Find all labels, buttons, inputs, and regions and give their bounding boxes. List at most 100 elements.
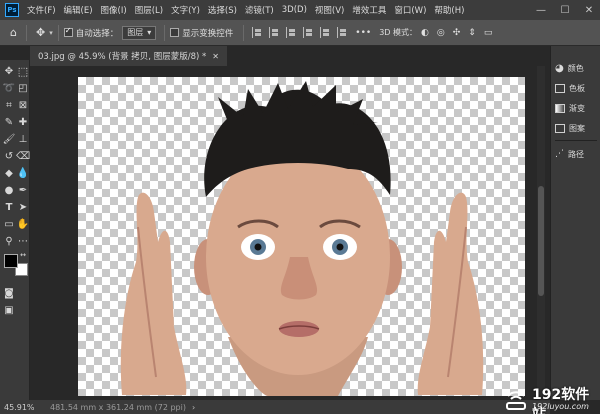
watermark-url: 192luyou.com <box>532 402 589 411</box>
show-transform-label: 显示变换控件 <box>182 28 234 39</box>
maximize-button[interactable]: ☐ <box>554 0 576 20</box>
menu-file[interactable]: 文件(F) <box>23 4 60 16</box>
chevron-down-icon: ▾ <box>147 28 152 37</box>
auto-select-label: 自动选择： <box>75 28 119 39</box>
panel-patterns[interactable]: 图案 <box>555 120 585 136</box>
document-tab-bar: 03.jpg @ 45.9% (背景 拷贝, 图层蒙版/8) * ✕ <box>30 46 550 66</box>
blur-tool-icon[interactable]: 💧 <box>16 166 30 180</box>
panel-swatches[interactable]: 色板 <box>555 80 585 96</box>
minimize-button[interactable]: — <box>530 0 552 20</box>
swatches-icon <box>555 83 565 93</box>
document-tab[interactable]: 03.jpg @ 45.9% (背景 拷贝, 图层蒙版/8) * ✕ <box>30 46 227 66</box>
panel-color[interactable]: ◕ 颜色 <box>555 60 584 76</box>
zoom-tool-icon[interactable]: ⚲ <box>2 234 16 248</box>
menu-3d[interactable]: 3D(D) <box>278 5 311 15</box>
eyedropper-tool-icon[interactable]: ✎ <box>2 115 16 129</box>
panel-swatches-label: 色板 <box>569 83 585 93</box>
status-bar: 45.91% 481.54 mm x 361.24 mm (72 ppi) › <box>0 400 550 414</box>
divider <box>555 140 597 141</box>
align-left-icon[interactable] <box>252 27 263 38</box>
vertical-scrollbar[interactable] <box>537 66 545 400</box>
document-workspace[interactable] <box>30 66 550 400</box>
panel-gradient-label: 渐变 <box>569 103 585 113</box>
screen-mode-icon[interactable]: ▣ <box>2 303 16 317</box>
auto-select-target-dropdown[interactable]: 图层 ▾ <box>122 25 157 40</box>
lasso-tool-icon[interactable]: ➰ <box>2 81 16 95</box>
align-middle-icon[interactable] <box>320 27 331 38</box>
menu-view[interactable]: 视图(V) <box>311 4 348 16</box>
align-right-icon[interactable] <box>286 27 297 38</box>
menu-filter[interactable]: 滤镜(T) <box>241 4 278 16</box>
align-bottom-icon[interactable] <box>337 27 348 38</box>
panel-paths[interactable]: ⋰ 路径 <box>555 146 584 162</box>
healing-brush-tool-icon[interactable]: ✚ <box>16 115 30 129</box>
quick-mask-icon[interactable]: ◙ <box>2 286 16 300</box>
home-icon[interactable]: ⌂ <box>10 26 17 39</box>
3d-roll-icon[interactable]: ◎ <box>437 28 445 38</box>
chevron-right-icon[interactable]: › <box>192 403 195 412</box>
pattern-icon <box>555 123 565 133</box>
divider <box>57 24 59 41</box>
3d-slide-icon[interactable]: ⇕ <box>468 28 476 38</box>
panel-gradient[interactable]: 渐变 <box>555 100 585 116</box>
photoshop-logo: Ps <box>5 3 19 17</box>
paint-bucket-tool-icon[interactable]: ◆ <box>2 166 16 180</box>
pen-tool-icon[interactable]: ✒ <box>16 183 30 197</box>
hand-tool-icon[interactable]: ✋ <box>16 217 30 231</box>
brush-tool-icon[interactable]: 🖌 <box>2 132 16 146</box>
more-options-icon[interactable]: ••• <box>355 28 371 38</box>
options-bar: ⌂ ✥ ▾ 自动选择： 图层 ▾ 显示变换控件 ••• 3D 模式： ◐ ◎ ✣… <box>0 20 600 46</box>
document-dimensions: 481.54 mm x 361.24 mm (72 ppi) <box>50 402 186 412</box>
right-panel-dock: ◕ 颜色 色板 渐变 图案 ⋰ 路径 <box>550 46 600 400</box>
tools-panel: ✥ ⬚ ➰ ◰ ⌗ ⊠ ✎ ✚ 🖌 ⊥ ↺ ⌫ ◆ 💧 ● ✒ T ➤ ▭ ✋ … <box>0 60 30 400</box>
crop-tool-icon[interactable]: ⌗ <box>2 98 16 112</box>
divider <box>25 24 27 41</box>
rectangle-tool-icon[interactable]: ▭ <box>2 217 16 231</box>
divider <box>243 24 245 41</box>
menu-type[interactable]: 文字(Y) <box>167 4 204 16</box>
menu-select[interactable]: 选择(S) <box>204 4 241 16</box>
gradient-icon <box>555 103 565 113</box>
close-window-button[interactable]: ✕ <box>578 0 600 20</box>
move-tool-icon[interactable]: ✥ <box>2 64 16 78</box>
show-transform-checkbox[interactable] <box>170 28 180 37</box>
frame-tool-icon[interactable]: ⊠ <box>16 98 30 112</box>
router-logo-icon <box>506 391 526 410</box>
eraser-tool-icon[interactable]: ⌫ <box>16 149 30 163</box>
more-tools-icon[interactable]: ⋯ <box>16 234 30 248</box>
3d-mode-label: 3D 模式： <box>379 28 417 37</box>
clone-stamp-tool-icon[interactable]: ⊥ <box>16 132 30 146</box>
divider <box>164 24 166 41</box>
scrollbar-thumb[interactable] <box>538 186 544 296</box>
close-tab-icon[interactable]: ✕ <box>212 52 219 61</box>
chevron-down-icon[interactable]: ▾ <box>49 29 53 37</box>
history-brush-tool-icon[interactable]: ↺ <box>2 149 16 163</box>
paths-icon: ⋰ <box>555 149 564 159</box>
dodge-tool-icon[interactable]: ● <box>2 183 16 197</box>
menu-layer[interactable]: 图层(L) <box>131 4 167 16</box>
type-tool-icon[interactable]: T <box>2 200 16 214</box>
document-tab-title: 03.jpg @ 45.9% (背景 拷贝, 图层蒙版/8) * <box>38 52 207 62</box>
3d-scale-icon[interactable]: ▭ <box>484 28 493 38</box>
auto-select-checkbox[interactable] <box>63 26 73 37</box>
swap-colors-icon[interactable]: ↔ <box>16 248 30 262</box>
panel-patterns-label: 图案 <box>569 123 585 133</box>
align-top-icon[interactable] <box>303 27 314 38</box>
align-center-icon[interactable] <box>269 27 280 38</box>
marquee-tool-icon[interactable]: ⬚ <box>16 64 30 78</box>
path-select-tool-icon[interactable]: ➤ <box>16 200 30 214</box>
menu-help[interactable]: 帮助(H) <box>430 4 468 16</box>
menu-window[interactable]: 窗口(W) <box>390 4 430 16</box>
menu-image[interactable]: 图像(I) <box>97 4 131 16</box>
panel-paths-label: 路径 <box>568 149 584 159</box>
3d-orbit-icon[interactable]: ◐ <box>421 28 429 38</box>
document-canvas[interactable] <box>78 77 525 396</box>
menu-edit[interactable]: 编辑(E) <box>60 4 97 16</box>
move-tool-icon[interactable]: ✥ <box>36 26 45 39</box>
site-watermark: 192软件站 192luyou.com <box>500 384 600 414</box>
panel-color-label: 颜色 <box>567 63 584 73</box>
object-select-tool-icon[interactable]: ◰ <box>16 81 30 95</box>
menu-plugins[interactable]: 增效工具 <box>348 4 390 16</box>
3d-pan-icon[interactable]: ✣ <box>453 28 461 38</box>
zoom-level[interactable]: 45.91% <box>4 403 50 412</box>
